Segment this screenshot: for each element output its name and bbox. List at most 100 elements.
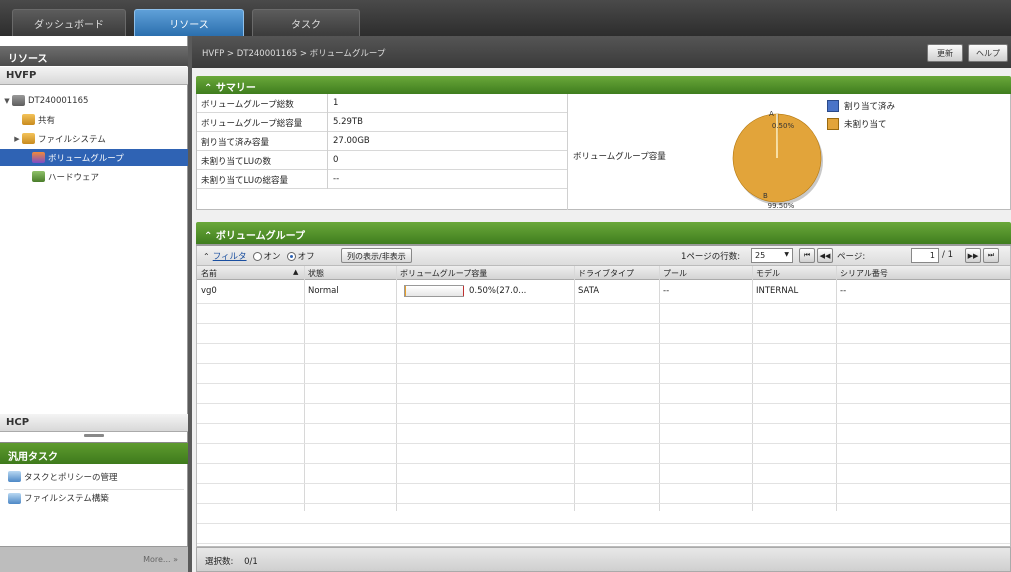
summary-value: 1 (333, 98, 339, 108)
top-tab-bar: ダッシュボード リソース タスク (0, 0, 1011, 36)
tree-item-label: DT240001165 (28, 95, 89, 106)
header-bar: HVFP > DT240001165 > ボリュームグループ 更新 ヘルプ (192, 36, 1011, 68)
column-toggle-button[interactable]: 列の表示/非表示 (341, 248, 412, 263)
cell-model: INTERNAL (756, 286, 799, 296)
capacity-label: ボリュームグループ容量 (573, 152, 666, 162)
tab-tasks[interactable]: タスク (252, 9, 360, 36)
summary-key: 未割り当てLUの数 (201, 157, 272, 167)
summary-section-header[interactable]: ⌃ サマリー (196, 76, 1011, 94)
table-header: 名前 ▲ 状態 ボリュームグループ容量 ドライブタイプ プール モデル シリアル… (197, 266, 1010, 280)
pie-slice-letter: B (763, 192, 768, 200)
capacity-usage-bar (404, 285, 464, 297)
pie-value-label: 99.50% (768, 202, 795, 210)
filter-off-label: オフ (297, 252, 315, 262)
tab-dashboard[interactable]: ダッシュボード (12, 9, 126, 36)
hardware-icon (32, 171, 45, 182)
column-header-capacity[interactable]: ボリュームグループ容量 (400, 268, 487, 279)
left-navigation-panel: リソース HVFP ▼ DT240001165 共有 ▶ ファイルシステム ボリ… (0, 36, 188, 572)
help-button[interactable]: ヘルプ (968, 44, 1008, 62)
task-build-file-system[interactable]: ファイルシステム構築 (4, 489, 184, 506)
column-header-status[interactable]: 状態 (308, 268, 324, 279)
column-header-model[interactable]: モデル (756, 268, 780, 279)
column-divider (327, 94, 328, 189)
task-icon (8, 471, 21, 482)
shared-folder-icon (22, 114, 35, 125)
summary-key: 未割り当てLUの総容量 (201, 176, 289, 186)
column-header-drive-type[interactable]: ドライブタイプ (578, 268, 634, 279)
column-header-pool[interactable]: プール (663, 268, 687, 279)
filter-link[interactable]: フィルタ (213, 250, 247, 262)
summary-panel: ボリュームグループ総数 1 ボリュームグループ総容量 5.29TB 割り当て済み… (196, 94, 1011, 210)
page-input[interactable]: 1 (911, 248, 939, 263)
cell-status: Normal (308, 286, 339, 296)
sort-asc-icon[interactable]: ▲ (293, 268, 298, 276)
summary-value: 27.00GB (333, 136, 370, 146)
tree-item-label: ハードウェア (48, 172, 100, 183)
next-page-icon[interactable]: ▶▶ (965, 248, 981, 263)
rows-per-page-select[interactable]: 25 ▼ (751, 248, 793, 263)
column-divider (567, 94, 568, 210)
collapse-icon[interactable]: ⌃ (204, 231, 216, 242)
hvfp-section-header[interactable]: HVFP (0, 67, 188, 85)
rows-per-page-value: 25 (755, 251, 766, 260)
summary-title: サマリー (215, 83, 256, 94)
expand-arrow-icon[interactable]: ▶ (12, 135, 22, 143)
collapse-arrow-icon[interactable]: ▼ (2, 97, 12, 105)
summary-row: ボリュームグループ総数 1 (197, 94, 567, 113)
task-label: ファイルシステム構築 (24, 494, 109, 504)
summary-key: ボリュームグループ総数 (201, 100, 294, 110)
last-page-icon[interactable]: ⏭ (983, 248, 999, 263)
main-content: HVFP > DT240001165 > ボリュームグループ 更新 ヘルプ ⌃ … (192, 36, 1011, 572)
cell-drive-type: SATA (578, 286, 600, 296)
first-page-icon[interactable]: ⏮ (799, 248, 815, 263)
resources-header: リソース (0, 46, 188, 66)
summary-row: ボリュームグループ総容量 5.29TB (197, 113, 567, 132)
legend-swatch (827, 100, 839, 112)
tree-item-file-systems[interactable]: ▶ ファイルシステム (12, 130, 106, 147)
volume-group-icon (32, 152, 45, 163)
legend-label: 割り当て済み (844, 102, 896, 112)
hcp-section-header[interactable]: HCP (0, 414, 188, 432)
dropdown-arrow-icon: ▼ (784, 251, 789, 258)
cell-capacity: 0.50%(27.0... (469, 286, 527, 296)
tree-item-label: 共有 (38, 115, 56, 126)
filter-off-radio[interactable] (286, 251, 296, 261)
task-icon (8, 492, 21, 504)
summary-row: 割り当て済み容量 27.00GB (197, 132, 567, 151)
summary-key: 割り当て済み容量 (201, 138, 270, 148)
page-total: / 1 (942, 250, 953, 260)
legend-item-unallocated: 未割り当て (827, 118, 887, 130)
task-label: タスクとポリシーの管理 (24, 472, 118, 483)
volume-groups-title: ボリュームグループ (215, 231, 305, 242)
filter-on-label: オン (263, 252, 281, 262)
breadcrumb[interactable]: HVFP > DT240001165 > ボリュームグループ (202, 49, 385, 59)
task-manage-tasks-policies[interactable]: タスクとポリシーの管理 (4, 468, 184, 485)
tree-item-volume-groups[interactable]: ボリュームグループ (0, 149, 188, 166)
update-button[interactable]: 更新 (927, 44, 963, 62)
column-header-name[interactable]: 名前 (201, 268, 217, 279)
splitter-handle[interactable] (84, 434, 104, 437)
capacity-pie-chart: A 0.50% B99.50% (732, 110, 823, 210)
pie-value-label: 0.50% (772, 122, 795, 130)
volume-groups-table: 名前 ▲ 状態 ボリュームグループ容量 ドライブタイプ プール モデル シリアル… (196, 266, 1011, 547)
column-header-serial[interactable]: シリアル番号 (840, 268, 888, 279)
summary-key: ボリュームグループ総容量 (201, 119, 303, 129)
rows-per-page-label: 1ページの行数: (681, 252, 741, 262)
tree-item-hardware[interactable]: ハードウェア (32, 168, 99, 185)
more-link[interactable]: More... » (0, 546, 188, 572)
table-toolbar: ⌃ フィルタ オン オフ 列の表示/非表示 1ページの行数: 25 ▼ ⏮ ◀◀… (196, 246, 1011, 266)
tree-item-root[interactable]: ▼ DT240001165 (2, 92, 88, 109)
volume-groups-section-header[interactable]: ⌃ ボリュームグループ (196, 222, 1011, 244)
filter-control: ⌃ フィルタ オン オフ (203, 250, 315, 262)
previous-page-icon[interactable]: ◀◀ (817, 248, 833, 263)
collapse-icon[interactable]: ⌃ (204, 83, 216, 94)
summary-value: 5.29TB (333, 117, 363, 127)
tab-resources[interactable]: リソース (134, 9, 244, 36)
filter-on-radio[interactable] (252, 251, 262, 261)
tree-item-shares[interactable]: 共有 (22, 111, 55, 128)
page-label: ページ: (837, 252, 866, 262)
storage-device-icon (12, 95, 25, 106)
pie-slice-letter: A (769, 110, 774, 118)
cell-pool: -- (663, 286, 670, 296)
legend-label: 未割り当て (844, 120, 887, 130)
